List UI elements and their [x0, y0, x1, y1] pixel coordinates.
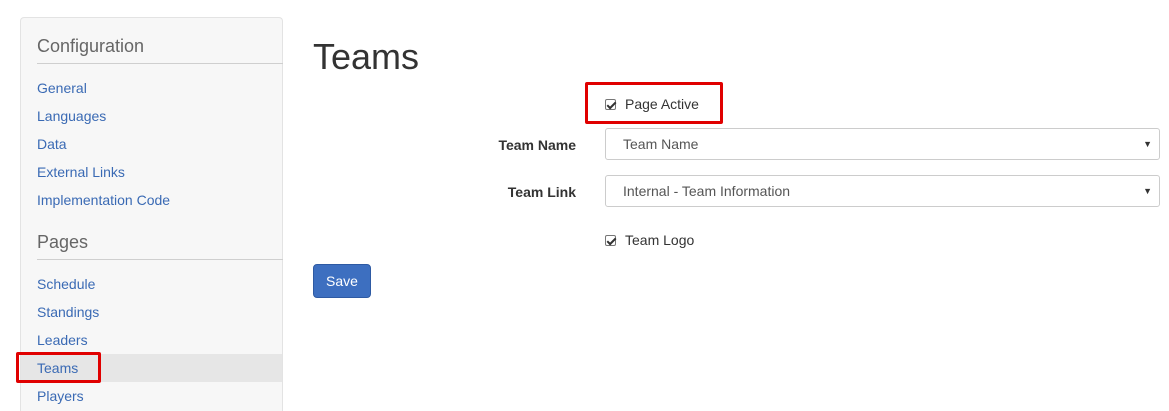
- sidebar-item-standings[interactable]: Standings: [21, 298, 282, 326]
- sidebar-item-data[interactable]: Data: [21, 130, 282, 158]
- caret-down-icon: ▼: [1143, 139, 1152, 149]
- team-link-label: Team Link: [507, 184, 576, 200]
- team-logo-label: Team Logo: [625, 232, 695, 248]
- section-divider: [37, 259, 283, 260]
- team-name-select[interactable]: Team Name ▼: [605, 128, 1160, 160]
- team-link-selected-value: Internal - Team Information: [623, 183, 791, 199]
- sidebar-item-general[interactable]: General: [21, 74, 282, 102]
- team-logo-checkbox[interactable]: [605, 234, 616, 246]
- caret-down-icon: ▼: [1143, 186, 1152, 196]
- team-name-selected-value: Team Name: [623, 136, 699, 152]
- sidebar-item-schedule[interactable]: Schedule: [21, 270, 282, 298]
- sidebar-item-teams[interactable]: Teams: [21, 354, 282, 382]
- sidebar-item-implementation-code[interactable]: Implementation Code: [21, 186, 282, 214]
- page-title: Teams: [313, 36, 420, 77]
- page-active-checkbox[interactable]: [605, 98, 616, 110]
- page-active-checkbox-row[interactable]: Page Active: [605, 96, 699, 112]
- save-button[interactable]: Save: [313, 264, 371, 298]
- page-active-label: Page Active: [625, 96, 699, 112]
- team-logo-checkbox-row[interactable]: Team Logo: [605, 232, 694, 248]
- team-link-select[interactable]: Internal - Team Information ▼: [605, 175, 1160, 207]
- sidebar-item-languages[interactable]: Languages: [21, 102, 282, 130]
- sidebar: Configuration General Languages Data Ext…: [20, 17, 283, 411]
- team-name-label: Team Name: [498, 137, 576, 153]
- pages-heading: Pages: [37, 232, 89, 252]
- section-divider: [37, 63, 283, 64]
- sidebar-item-players[interactable]: Players: [21, 382, 282, 410]
- configuration-heading: Configuration: [37, 36, 145, 56]
- sidebar-item-external-links[interactable]: External Links: [21, 158, 282, 186]
- sidebar-item-leaders[interactable]: Leaders: [21, 326, 282, 354]
